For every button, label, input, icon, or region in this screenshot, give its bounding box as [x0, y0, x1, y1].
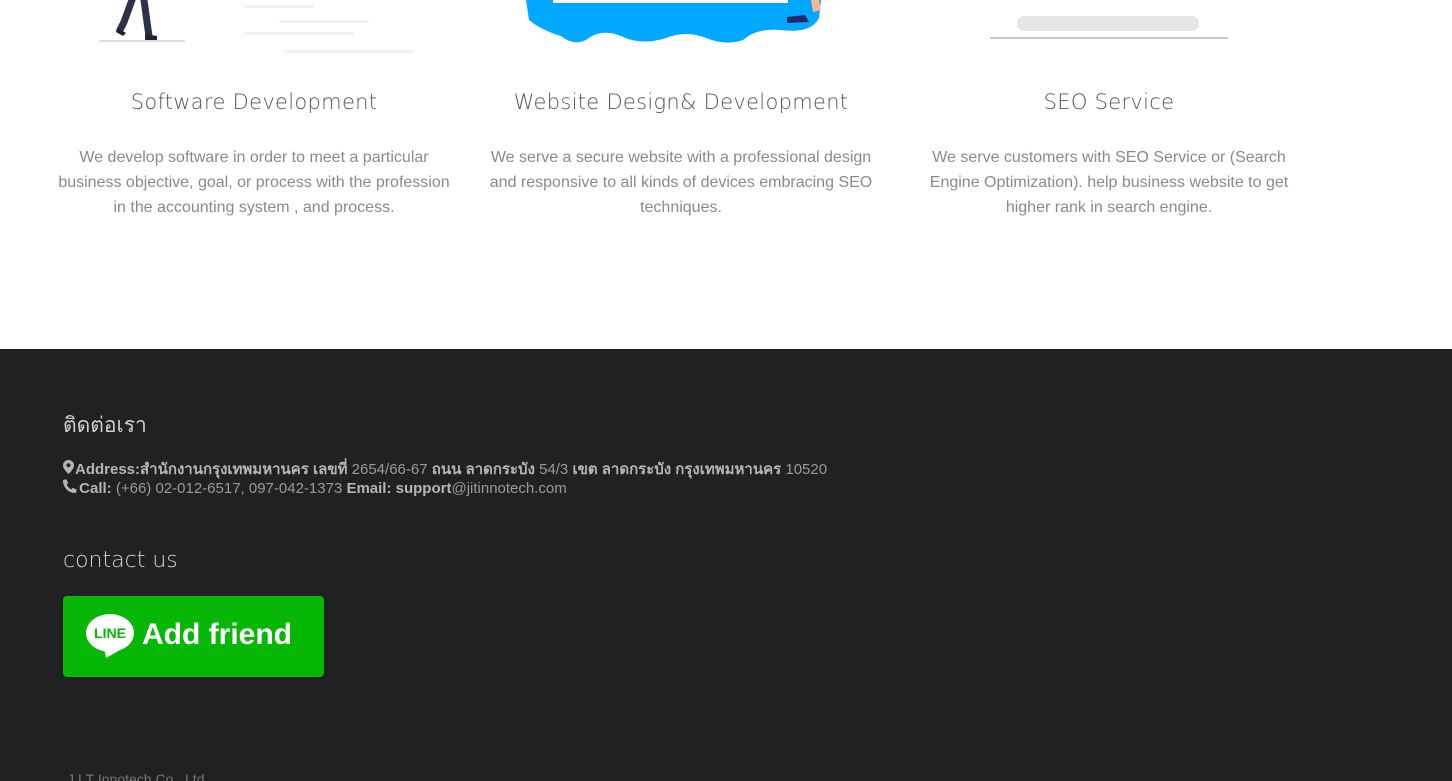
address-postcode: 10520: [785, 461, 828, 478]
contact-heading-thai: ติดต่อเรา: [63, 413, 147, 437]
contact-us-heading: contact us: [63, 548, 178, 573]
address-label: Address:: [75, 461, 141, 478]
email-value[interactable]: @jitinnotech.com: [451, 480, 566, 497]
email-label: Email: support: [346, 480, 452, 497]
service-description: We serve customers with SEO Service or (…: [929, 149, 1289, 216]
services-section: Software Development We develop software…: [0, 0, 1452, 349]
call-value[interactable]: (+66) 02-012-6517, 097-042-1373: [116, 480, 342, 497]
address-soi: 54/3: [539, 461, 569, 478]
address-line: Address:สำนักงานกรุงเทพมหานคร เลขที่ 265…: [63, 457, 827, 481]
service-description: We serve a secure website with a profess…: [489, 149, 873, 216]
address-district: เขต ลาดกระบัง กรุงเทพมหานคร: [572, 461, 782, 478]
address-office: สำนักงานกรุงเทพมหานคร เลขที่: [140, 461, 348, 478]
service-description: We develop software in order to meet a p…: [58, 149, 450, 216]
web-design-illustration-icon: [481, 0, 881, 70]
line-logo-text: LINE: [94, 625, 126, 641]
line-button-label: Add friend: [142, 618, 292, 651]
phone-icon: [63, 479, 77, 497]
service-title: Website Design& Development: [513, 90, 849, 114]
address-road: ถนน ลาดกระบัง: [431, 461, 535, 478]
copyright-text: J.I.T Innotech Co., Ltd.: [67, 771, 209, 781]
service-title: Software Development: [130, 90, 378, 114]
person-walking-icon: [54, 0, 454, 70]
site-footer: ติดต่อเรา Address:สำนักงานกรุงเทพมหานคร …: [0, 349, 1452, 781]
line-add-friend-button[interactable]: LINE Add friend: [63, 596, 324, 677]
call-email-line: Call: (+66) 02-012-6517, 097-042-1373 Em…: [63, 479, 567, 497]
search-bar-illustration-icon: [909, 0, 1309, 70]
address-number: 2654/66-67: [351, 461, 428, 478]
service-seo: SEO Service We serve customers with SEO …: [909, 0, 1309, 216]
service-title: SEO Service: [1043, 90, 1175, 114]
service-software-development: Software Development We develop software…: [54, 0, 454, 216]
service-website-design: Website Design& Development We serve a s…: [481, 0, 881, 216]
line-logo-icon: LINE: [86, 614, 134, 658]
map-marker-icon: [63, 460, 75, 478]
call-label: Call:: [79, 480, 112, 497]
